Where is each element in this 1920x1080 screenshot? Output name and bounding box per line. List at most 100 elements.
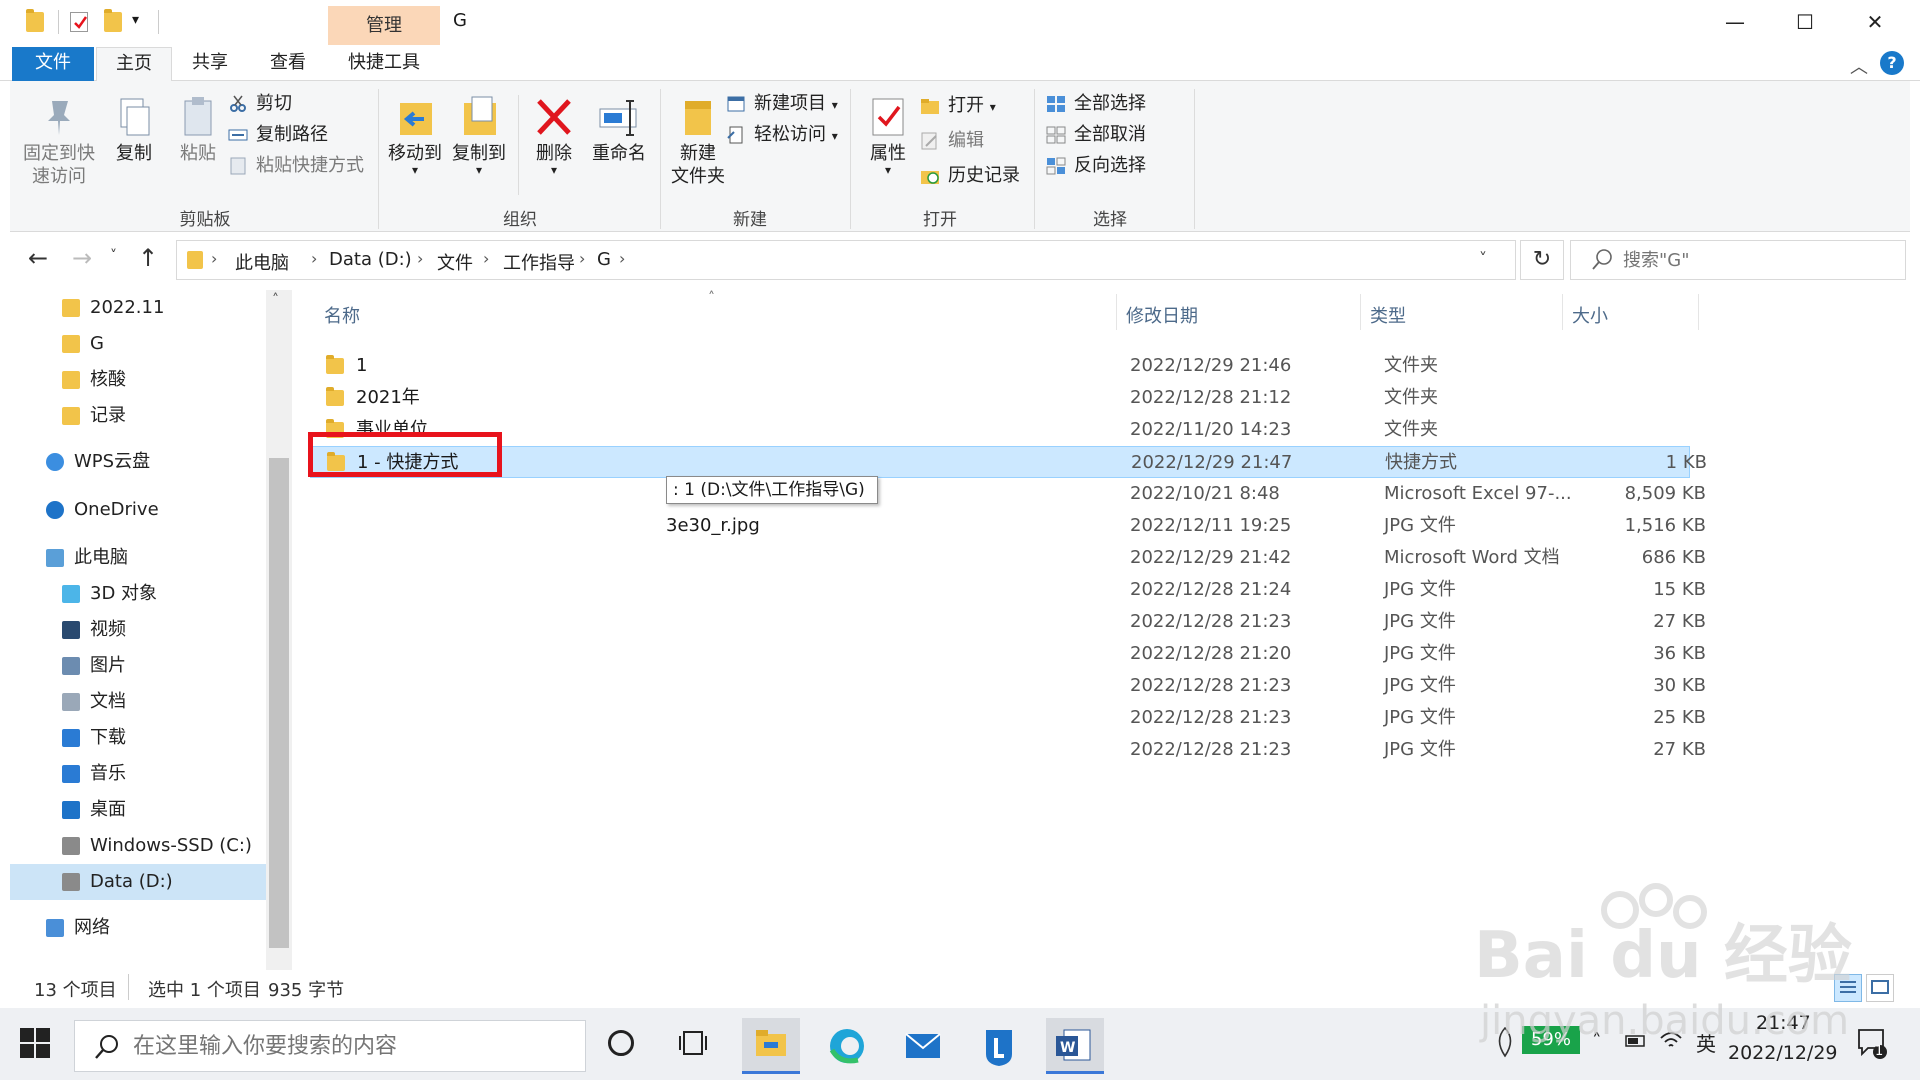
delete-button[interactable]: 删除 ▾ bbox=[524, 95, 584, 176]
nav-item[interactable]: WPS云盘 bbox=[10, 444, 266, 480]
tab-share[interactable]: 共享 bbox=[180, 47, 240, 81]
file-row[interactable]: 2021年 2022/12/28 21:12 文件夹 bbox=[310, 382, 1690, 414]
cortana-icon[interactable] bbox=[608, 1030, 634, 1056]
recent-locations-chevron-icon[interactable]: ˅ bbox=[110, 248, 117, 264]
tab-shortcut-tools[interactable]: 快捷工具 bbox=[336, 47, 432, 81]
file-row[interactable]: 2022/12/28 21:24 JPG 文件 15 KB bbox=[310, 574, 1706, 606]
breadcrumb-separator-icon[interactable]: › bbox=[619, 249, 625, 268]
nav-item[interactable]: 记录 bbox=[10, 398, 266, 434]
properties-qa-icon[interactable] bbox=[70, 12, 88, 32]
paste-shortcut-button[interactable]: 粘贴快捷方式 bbox=[228, 153, 364, 179]
file-row[interactable]: 事业单位 2022/11/20 14:23 文件夹 bbox=[310, 414, 1690, 446]
breadcrumb-work-guide[interactable]: 工作指导 bbox=[503, 249, 575, 275]
nav-item[interactable]: Data (D:) bbox=[10, 864, 266, 900]
edit-button[interactable]: 编辑 bbox=[920, 128, 984, 154]
maximize-button[interactable]: ☐ bbox=[1770, 0, 1840, 47]
paste-button[interactable]: 粘贴 bbox=[168, 95, 228, 165]
select-all-button[interactable]: 全部选择 bbox=[1046, 91, 1146, 117]
pin-to-quick-access-button[interactable]: 固定到快 速访问 bbox=[18, 95, 100, 188]
help-icon[interactable]: ? bbox=[1880, 51, 1904, 75]
nav-item[interactable]: 音乐 bbox=[10, 756, 266, 792]
up-arrow-icon[interactable]: ↑ bbox=[138, 244, 158, 272]
breadcrumb-separator-icon[interactable]: › bbox=[417, 249, 423, 268]
column-header-date[interactable]: 修改日期 bbox=[1126, 302, 1198, 328]
nav-item[interactable]: 网络 bbox=[10, 910, 266, 946]
breadcrumb-separator-icon[interactable]: › bbox=[579, 249, 585, 268]
nav-pane-scroll-thumb[interactable] bbox=[269, 458, 289, 948]
history-button[interactable]: 历史记录 bbox=[920, 163, 1020, 189]
lenovo-app-icon[interactable] bbox=[970, 1018, 1028, 1074]
breadcrumb-this-pc[interactable]: 此电脑 bbox=[235, 249, 289, 275]
nav-item[interactable]: 视频 bbox=[10, 612, 266, 648]
breadcrumb-separator-icon[interactable]: › bbox=[211, 249, 217, 268]
manage-tab[interactable]: 管理 bbox=[328, 6, 440, 45]
file-row[interactable]: 2022/12/28 21:20 JPG 文件 36 KB bbox=[310, 638, 1706, 670]
task-view-icon[interactable] bbox=[678, 1028, 708, 1063]
column-header-name[interactable]: 名称 bbox=[324, 302, 360, 328]
close-button[interactable]: ✕ bbox=[1840, 0, 1910, 47]
tab-view[interactable]: 查看 bbox=[258, 47, 318, 81]
address-bar[interactable]: › 此电脑 › Data (D:) › 文件 › 工作指导 › G › ˅ bbox=[176, 240, 1516, 280]
forward-arrow-icon[interactable]: → bbox=[72, 244, 92, 272]
nav-item[interactable]: 3D 对象 bbox=[10, 576, 266, 612]
customize-quick-access-icon[interactable]: ▾ bbox=[132, 12, 139, 28]
breadcrumb-separator-icon[interactable]: › bbox=[483, 249, 489, 268]
new-folder-button[interactable]: 新建 文件夹 bbox=[666, 95, 730, 188]
taskbar-search-box[interactable] bbox=[74, 1020, 586, 1072]
breadcrumb-separator-icon[interactable]: › bbox=[311, 249, 317, 268]
taskbar-search-input[interactable] bbox=[133, 1021, 573, 1071]
mail-icon[interactable] bbox=[894, 1018, 952, 1074]
edge-browser-icon[interactable] bbox=[818, 1018, 876, 1074]
breadcrumb-files[interactable]: 文件 bbox=[437, 249, 473, 275]
nav-item[interactable]: 下载 bbox=[10, 720, 266, 756]
file-row[interactable]: 2022/12/28 21:23 JPG 文件 30 KB bbox=[310, 670, 1706, 702]
column-header-type[interactable]: 类型 bbox=[1370, 302, 1406, 328]
file-row[interactable]: 2022/12/28 21:23 JPG 文件 25 KB bbox=[310, 702, 1706, 734]
file-row[interactable]: 2022/12/29 21:42 Microsoft Word 文档 686 KB bbox=[310, 542, 1706, 574]
easy-access-button[interactable]: 轻松访问 ▾ bbox=[726, 122, 838, 148]
nav-item[interactable]: 2022.11 bbox=[10, 290, 266, 326]
column-divider[interactable] bbox=[1116, 294, 1117, 330]
column-divider[interactable] bbox=[1562, 294, 1563, 330]
address-dropdown-chevron-icon[interactable]: ˅ bbox=[1479, 249, 1487, 268]
column-divider[interactable] bbox=[1360, 294, 1361, 330]
file-row[interactable]: 2022/12/28 21:23 JPG 文件 27 KB bbox=[310, 606, 1706, 638]
clock-date[interactable]: 2022/12/29 bbox=[1728, 1042, 1838, 1064]
nav-item[interactable]: 桌面 bbox=[10, 792, 266, 828]
rename-button[interactable]: 重命名 bbox=[586, 95, 652, 165]
tab-file[interactable]: 文件 bbox=[12, 47, 94, 81]
nav-item[interactable]: OneDrive bbox=[10, 492, 266, 528]
cut-button[interactable]: 剪切 bbox=[228, 91, 292, 117]
file-explorer-taskbar-icon[interactable] bbox=[742, 1018, 800, 1074]
column-header-size[interactable]: 大小 bbox=[1572, 302, 1608, 328]
file-row[interactable]: 2022/12/28 21:23 JPG 文件 27 KB bbox=[310, 734, 1706, 766]
move-to-button[interactable]: 移动到 ▾ bbox=[384, 95, 446, 176]
nav-item[interactable]: Windows-SSD (C:) bbox=[10, 828, 266, 864]
copy-to-button[interactable]: 复制到 ▾ bbox=[448, 95, 510, 176]
collapse-ribbon-icon[interactable]: ︿ bbox=[1850, 53, 1868, 79]
file-row[interactable]: 1 2022/12/29 21:46 文件夹 bbox=[310, 350, 1690, 382]
search-box[interactable] bbox=[1570, 240, 1906, 280]
word-icon[interactable]: W bbox=[1046, 1018, 1104, 1074]
file-row[interactable]: 1 - 快捷方式 2022/12/29 21:47 快捷方式 1 KB bbox=[310, 446, 1707, 478]
new-folder-qa-icon[interactable] bbox=[104, 9, 122, 32]
windows-start-icon[interactable] bbox=[20, 1028, 50, 1058]
select-none-button[interactable]: 全部取消 bbox=[1046, 122, 1146, 148]
search-input[interactable] bbox=[1623, 241, 1893, 279]
minimize-button[interactable]: — bbox=[1700, 0, 1770, 47]
properties-button[interactable]: 属性 ▾ bbox=[858, 95, 918, 176]
back-arrow-icon[interactable]: ← bbox=[28, 244, 48, 272]
invert-selection-button[interactable]: 反向选择 bbox=[1046, 153, 1146, 179]
nav-item[interactable]: 文档 bbox=[10, 684, 266, 720]
nav-item[interactable]: 图片 bbox=[10, 648, 266, 684]
open-button[interactable]: 打开 ▾ bbox=[920, 93, 996, 119]
nav-item[interactable]: G bbox=[10, 326, 266, 362]
file-row[interactable]: 2022/10/21 8:48 Microsoft Excel 97-... 8,5… bbox=[310, 478, 1706, 510]
file-row[interactable]: 3e30_r.jpg 2022/12/11 19:25 JPG 文件 1,516 KB bbox=[310, 510, 1706, 542]
column-divider[interactable] bbox=[1698, 294, 1699, 330]
nav-item[interactable]: 此电脑 bbox=[10, 540, 266, 576]
refresh-icon[interactable]: ↻ bbox=[1520, 240, 1564, 280]
copy-button[interactable]: 复制 bbox=[104, 95, 164, 165]
tab-home[interactable]: 主页 bbox=[96, 47, 172, 82]
scroll-up-icon[interactable]: ˄ bbox=[272, 292, 279, 308]
